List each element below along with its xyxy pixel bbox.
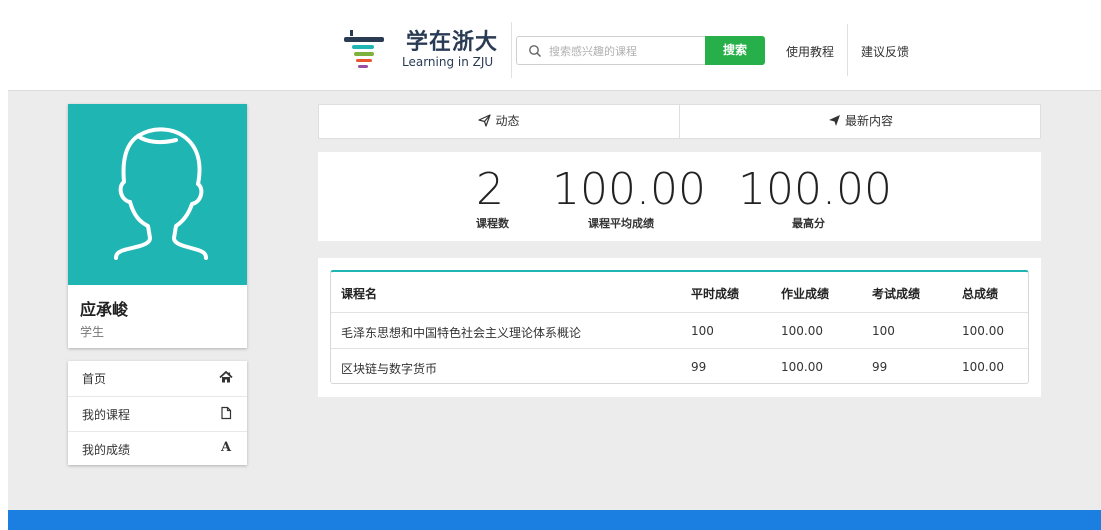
logo-mark-icon [344,30,384,68]
total-score: 100.00 [962,324,1004,338]
stats-panel: 2 课程数 100.00 课程平均成绩 100.00 最高分 [318,152,1041,241]
grade-letter-icon: A [220,440,232,455]
total-score: 100.00 [962,360,1004,374]
paper-plane-icon [828,115,840,126]
avatar [68,104,247,285]
sidebar-item-my-courses[interactable]: 我的课程 [68,396,247,430]
tab-label: 动态 [495,114,520,128]
stat-average-score: 100.00 [552,164,706,215]
sidebar-item-label: 首页 [82,372,107,386]
sidebar-item-my-grades[interactable]: 我的成绩 A [68,431,247,465]
file-icon [221,406,232,420]
sidebar-item-home[interactable]: 首页 [68,361,247,395]
search-box [516,36,705,65]
footer-bar [8,510,1101,530]
homework-score: 100.00 [781,360,823,374]
exam-score: 100 [872,324,895,338]
stat-course-count: 2 [476,164,504,215]
table-row[interactable]: 毛泽东思想和中国特色社会主义理论体系概论 100 100.00 100 100.… [331,312,1028,348]
search-icon [529,45,542,58]
stat-average-score-label: 课程平均成绩 [588,217,654,230]
page: 学在浙大 Learning in ZJU 搜索 使用教程 建议反馈 应承峻 学生 [8,0,1101,530]
logo-title: 学在浙大 [406,29,499,55]
user-role: 学生 [80,325,105,339]
homework-score: 100.00 [781,324,823,338]
column-header: 总成绩 [962,287,999,301]
table-row[interactable]: 区块链与数字货币 99 100.00 99 100.00 [331,348,1028,384]
logo-subtitle: Learning in ZJU [402,55,494,69]
course-name: 区块链与数字货币 [341,362,438,376]
column-header: 作业成绩 [781,287,830,301]
tab-latest[interactable]: 最新内容 [680,105,1041,138]
regular-score: 100 [691,324,714,338]
stat-highest-score: 100.00 [738,164,892,215]
nav-link-tutorial[interactable]: 使用教程 [786,43,834,60]
grades-panel: 课程名 平时成绩 作业成绩 考试成绩 总成绩 毛泽东思想和中国特色社会主义理论体… [318,258,1041,397]
column-header: 平时成绩 [691,287,740,301]
table-header-row: 课程名 平时成绩 作业成绩 考试成绩 总成绩 [331,272,1028,312]
tab-activity[interactable]: 动态 [319,105,680,138]
profile-card: 应承峻 学生 [68,104,247,348]
header: 学在浙大 Learning in ZJU 搜索 使用教程 建议反馈 [8,0,1101,91]
nav-link-feedback[interactable]: 建议反馈 [861,43,909,60]
user-silhouette-icon [114,127,208,260]
side-menu: 首页 我的课程 我的成绩 A [68,361,247,465]
user-name: 应承峻 [80,300,129,319]
grades-table: 课程名 平时成绩 作业成绩 考试成绩 总成绩 毛泽东思想和中国特色社会主义理论体… [330,270,1029,384]
column-header: 考试成绩 [872,287,921,301]
sidebar-item-label: 我的课程 [82,408,131,422]
paper-plane-outline-icon [478,114,492,127]
search-button[interactable]: 搜索 [705,36,765,65]
feed-tabs: 动态 最新内容 [318,104,1041,139]
course-name: 毛泽东思想和中国特色社会主义理论体系概论 [341,326,582,340]
stat-course-count-label: 课程数 [476,217,509,230]
logo[interactable]: 学在浙大 Learning in ZJU [342,22,512,78]
stat-highest-score-label: 最高分 [792,217,825,230]
exam-score: 99 [872,360,888,374]
home-icon [219,370,233,383]
tab-label: 最新内容 [844,114,893,128]
sidebar-item-label: 我的成绩 [82,443,131,457]
column-header: 课程名 [341,287,378,301]
regular-score: 99 [691,360,707,374]
search-input[interactable] [549,41,699,61]
nav-divider [847,24,848,76]
